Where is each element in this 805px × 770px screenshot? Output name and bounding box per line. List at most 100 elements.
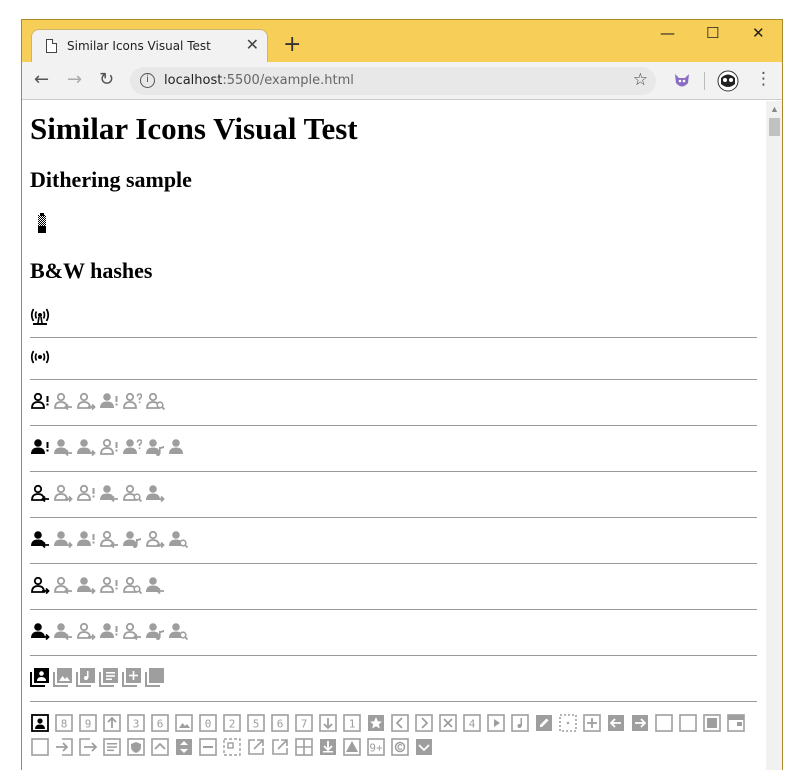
select-box-icon [222,737,242,757]
page-title: Similar Icons Visual Test [30,111,358,146]
person-alert-outline-icon [30,391,50,411]
pencil-box-icon [534,713,554,733]
extension-gremlin-icon[interactable] [672,71,692,91]
bw-heading: B&W hashes [30,258,153,283]
window-close-icon[interactable]: ✕ [752,24,765,42]
image-multiple-icon [53,667,73,687]
hash-row [30,483,757,503]
person-arrow-left-icon [99,483,119,503]
numeric-6-box-alt-icon: 6 [270,713,290,733]
person-arrow-right-icon [76,437,96,457]
person-arrow-right-outline-icon [53,483,73,503]
person-arrow-left-icon [145,575,165,595]
hash-row [30,529,757,549]
minimize-icon[interactable]: — [660,24,675,42]
svg-text:7: 7 [301,718,308,731]
row-divider [30,517,757,518]
swap-box-icon [174,737,194,757]
plus-box-icon [582,713,602,733]
numeric-6-box-icon: 6 [150,713,170,733]
numeric-1-box-icon: 1 [342,713,362,733]
text-box-multiple-icon [99,667,119,687]
numeric-9-plus-box-icon: 9+ [366,737,386,757]
person-alert-icon [30,437,50,457]
chevron-right-box-icon [414,713,434,733]
row-divider [30,425,757,426]
logout-box-icon [78,737,98,757]
svg-text:5: 5 [253,718,260,731]
person-alert-outline-icon [99,437,119,457]
dots-box-icon [558,713,578,733]
person-arrow-right-outline-icon [30,575,50,595]
tab-title: Similar Icons Visual Test [67,39,211,53]
dithered-sample-icon [38,213,46,233]
arrow-right-box-icon [630,713,650,733]
person-arrow-right-icon [145,483,165,503]
shield-box-icon [126,737,146,757]
broadcast-icon [30,348,50,368]
blank-box-icon [654,713,674,733]
address-bar[interactable]: i localhost:5500/example.html ☆ [130,67,656,95]
image-box-icon [174,713,194,733]
blank-box-alt-icon [678,713,698,733]
login-box-icon [54,737,74,757]
hash-row [30,575,757,595]
forward-icon[interactable]: → [67,69,82,90]
person-question-icon [122,437,142,457]
vertical-scrollbar[interactable]: ▲ [766,101,782,770]
person-alert-outline-icon [76,483,96,503]
numeric-0-box-icon: 0 [198,713,218,733]
numeric-9-box-icon: 9 [78,713,98,733]
hash-row [30,348,757,368]
person-search-outline-icon [122,483,142,503]
profile-avatar[interactable] [717,70,739,92]
svg-text:1: 1 [349,718,356,731]
person-alert-icon [99,391,119,411]
new-tab-icon[interactable]: + [283,32,301,57]
reload-icon[interactable]: ↻ [99,69,114,90]
person-arrow-right-outline-icon [145,529,165,549]
bookmark-star-icon[interactable]: ☆ [633,70,648,90]
warning-box-icon [342,737,362,757]
account-box-multiple-icon [30,667,50,687]
browser-tab[interactable]: Similar Icons Visual Test ✕ [31,29,268,62]
grid-box-icon [294,737,314,757]
person-search-outline-icon [145,391,165,411]
person-search-icon [168,529,188,549]
url-host: localhost [164,73,223,88]
person-arrow-right-outline-icon [76,621,96,641]
svg-text:2: 2 [229,718,236,731]
play-box-icon [486,713,506,733]
person-arrow-left-outline-icon [99,529,119,549]
person-arrow-right-outline-icon [76,391,96,411]
document-icon [46,39,57,53]
info-icon[interactable]: i [140,73,155,88]
scroll-up-icon[interactable]: ▲ [770,104,779,114]
person-arrow-right-icon [53,529,73,549]
row-divider [30,337,757,338]
hash-row [30,437,757,457]
person-arrow-left-outline-icon [53,575,73,595]
arrow-up-box-icon [102,713,122,733]
launch-icon [270,737,290,757]
chevron-left-box-icon [390,713,410,733]
svg-text:3: 3 [133,718,140,731]
row-divider [30,471,757,472]
tab-close-icon[interactable]: ✕ [246,35,259,54]
row-divider [30,701,757,702]
stop-box-icon [702,713,722,733]
back-icon[interactable]: ← [34,69,49,90]
account-box-icon [30,713,50,733]
arrow-down-box-icon [318,713,338,733]
numeric-7-box-icon: 7 [294,713,314,733]
svg-text:0: 0 [205,718,212,731]
scroll-thumb[interactable] [769,118,780,136]
person-arrow-left-outline-icon [53,391,73,411]
minus-box-icon [198,737,218,757]
row-divider [30,379,757,380]
url-text[interactable]: localhost:5500/example.html [164,73,354,88]
menu-icon[interactable]: ⋮ [755,69,772,89]
maximize-icon[interactable]: ☐ [706,24,719,42]
star-box-icon [366,713,386,733]
person-arrow-left-icon [53,621,73,641]
